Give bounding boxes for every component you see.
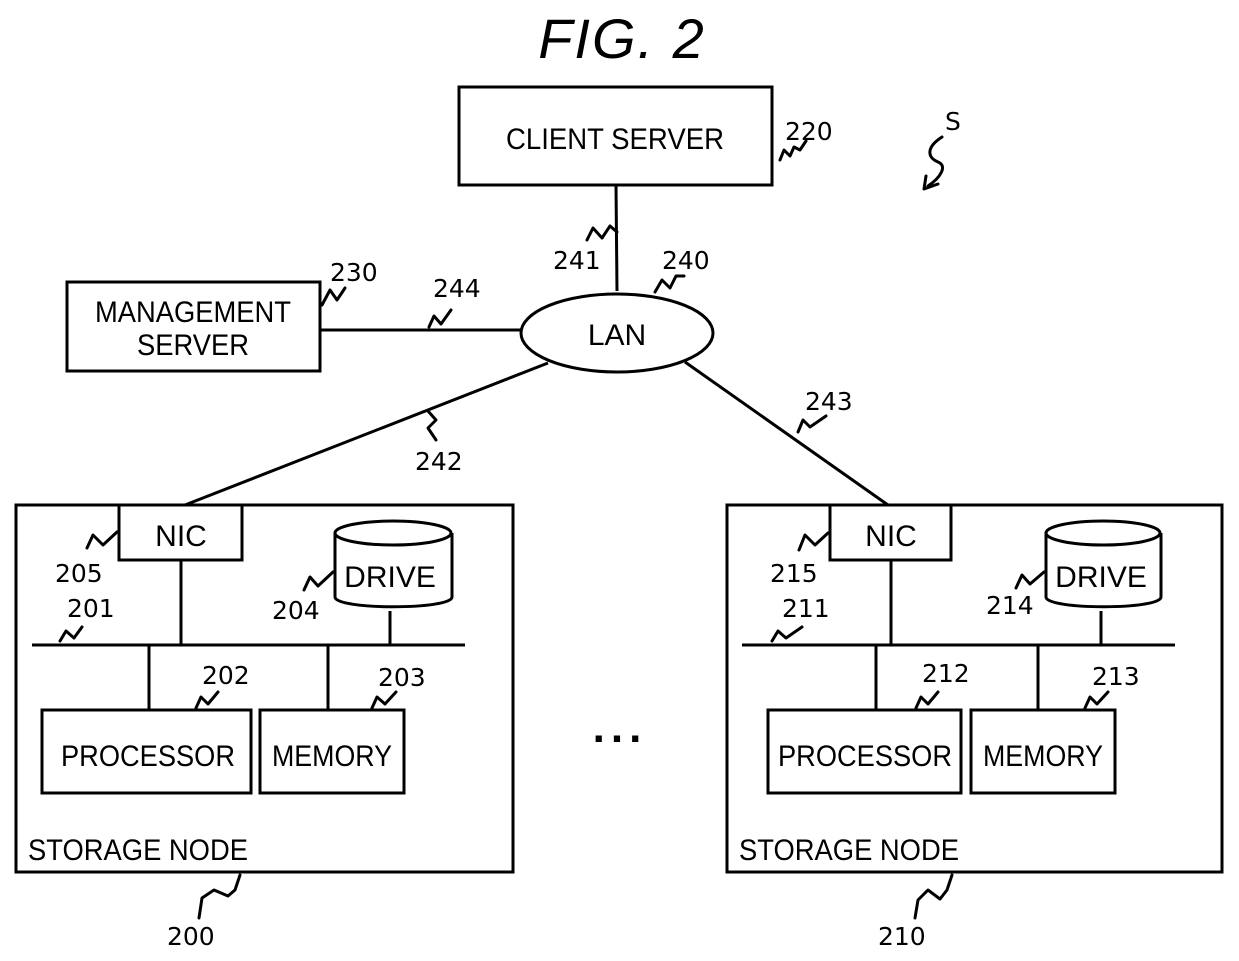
nic-ref: 215 xyxy=(770,559,818,588)
drive-cylinder-top xyxy=(333,519,453,547)
ref-leader-icon xyxy=(426,409,438,442)
more-nodes-ellipsis: ... xyxy=(593,703,648,752)
bus-ref: 211 xyxy=(782,594,830,623)
link-mgmt-lan-ref: 244 xyxy=(433,274,481,303)
link-client-lan-ref: 241 xyxy=(553,246,601,275)
storage-node-label: STORAGE NODE xyxy=(739,834,959,867)
ref-leader-icon xyxy=(913,873,954,920)
nic-ref: 205 xyxy=(55,559,103,588)
drive-label: DRIVE xyxy=(344,561,436,594)
lan-label: LAN xyxy=(588,319,646,352)
storage-node-ref: 210 xyxy=(878,922,926,951)
client-server-label: CLIENT SERVER xyxy=(506,123,724,156)
link-lan-node-210-ref: 243 xyxy=(805,387,853,416)
storage-node-label: STORAGE NODE xyxy=(28,834,248,867)
drive-label: DRIVE xyxy=(1055,561,1147,594)
ref-leader-icon xyxy=(653,274,686,294)
processor-ref: 212 xyxy=(922,659,970,688)
memory-label: MEMORY xyxy=(983,740,1103,773)
management-server-ref: 230 xyxy=(330,258,378,287)
management-server: MANAGEMENT SERVER 230 xyxy=(65,258,378,373)
system-ref-label: S xyxy=(945,107,961,136)
link-lan-node-200-ref: 242 xyxy=(415,447,463,476)
client-server-ref: 220 xyxy=(785,117,833,146)
processor-label: PROCESSOR xyxy=(61,740,235,773)
client-server: CLIENT SERVER 220 xyxy=(457,85,833,187)
link-client-lan xyxy=(614,184,619,292)
drive-ref: 214 xyxy=(986,591,1034,620)
figure-title: FIG. 2 xyxy=(538,7,706,70)
bus-ref: 201 xyxy=(67,594,115,623)
system-ref: S xyxy=(922,107,961,191)
processor-ref: 202 xyxy=(202,661,250,690)
memory-ref: 213 xyxy=(1092,662,1140,691)
lan-ref: 240 xyxy=(662,246,710,275)
nic-label: NIC xyxy=(865,520,917,553)
link-lan-node-210 xyxy=(684,360,889,507)
ref-leader-icon xyxy=(585,224,619,242)
storage-node-ref: 200 xyxy=(167,922,215,951)
system-ref-arrow-icon xyxy=(926,135,944,188)
ref-leader-icon xyxy=(796,414,828,434)
ref-leader-icon xyxy=(320,286,347,307)
ref-leader-icon xyxy=(427,308,453,329)
drive-cylinder-top xyxy=(1044,519,1162,547)
management-server-label-line2: SERVER xyxy=(137,329,249,362)
system-diagram: FIG. 2 S CLIENT SERVER 220 241 LAN 240 M… xyxy=(14,7,1224,951)
processor-label: PROCESSOR xyxy=(778,740,952,773)
ref-leader-icon xyxy=(197,873,242,920)
memory-ref: 203 xyxy=(378,663,426,692)
management-server-label-line1: MANAGEMENT xyxy=(95,296,291,329)
memory-label: MEMORY xyxy=(272,740,392,773)
storage-node-200: STORAGE NODE 200 NIC 205 DRIVE 204 201 P… xyxy=(14,503,515,951)
drive-ref: 204 xyxy=(272,596,320,625)
link-lan-node-200 xyxy=(184,361,549,507)
storage-node-210: STORAGE NODE 210 NIC 215 DRIVE 214 211 P… xyxy=(725,503,1224,951)
nic-label: NIC xyxy=(155,520,207,553)
